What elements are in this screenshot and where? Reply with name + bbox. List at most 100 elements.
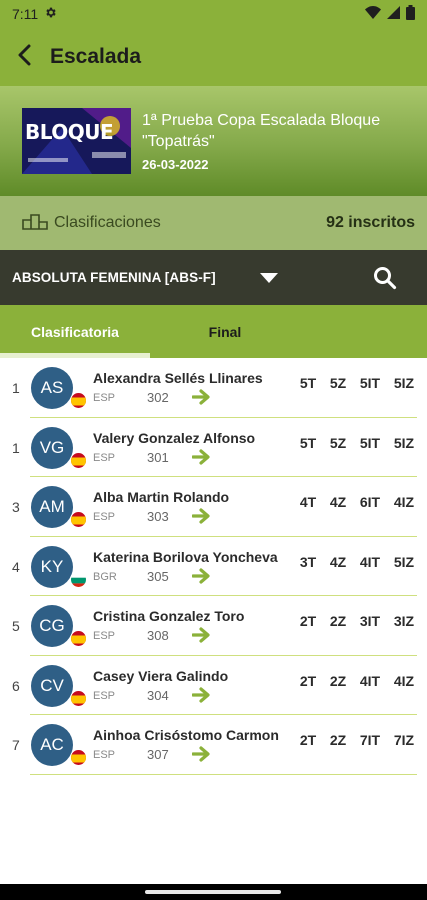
rank: 1 (12, 439, 20, 456)
arrow-back-icon (16, 44, 32, 70)
event-thumbnail[interactable]: BLOQUE (22, 108, 131, 174)
country-code: ESP (93, 511, 116, 523)
zones-count: 4Z (329, 494, 347, 510)
zone-attempts: 5IZ (393, 434, 415, 451)
event-info: 1ª Prueba Copa Escalada Bloque "Topatrás… (142, 110, 412, 172)
avatar: CV (31, 664, 73, 707)
tops-count: 5T (299, 434, 317, 451)
tops-count: 3T (299, 553, 317, 570)
status-time: 7:11 (12, 6, 39, 22)
status-bar: 7:11 (0, 0, 427, 28)
result-row[interactable]: 3 AM Alba Martin Rolando ESP 303 4T 4Z 6… (0, 477, 427, 537)
top-attempts: 5IT (359, 375, 381, 391)
top-attempts: 7IT (359, 732, 381, 748)
rank: 4 (12, 558, 20, 575)
tops-count: 2T (299, 732, 317, 748)
avatar: AS (31, 367, 73, 409)
country-code: ESP (93, 630, 116, 642)
home-handle[interactable] (145, 890, 281, 894)
results-list: 1 AS Alexandra Sellés Llinares ESP 302 5… (0, 358, 427, 775)
zones-count: 2Z (329, 732, 347, 748)
tab-clasificatoria[interactable]: Clasificatoria (0, 305, 150, 358)
tab-final[interactable]: Final (150, 305, 300, 358)
caret-down-icon (258, 273, 280, 292)
gear-icon (44, 6, 57, 23)
avatar-initials: AM (39, 497, 65, 516)
zone-attempts: 7IZ (393, 732, 415, 748)
result-row[interactable]: 6 CV Casey Viera Galindo ESP 304 2T 2Z 4… (0, 656, 427, 715)
spain-flag (70, 511, 87, 528)
result-row[interactable]: 1 VG Valery Gonzalez Alfonso ESP 301 5T … (0, 418, 427, 477)
zone-attempts: 5IZ (393, 375, 415, 391)
zone-attempts: 5IZ (393, 553, 415, 570)
spain-flag (70, 630, 87, 647)
search-button[interactable] (372, 265, 398, 291)
category-selector[interactable]: ABSOLUTA FEMENINA [ABS-F] (0, 250, 427, 305)
country-code: ESP (93, 392, 116, 404)
tab-label: Final (208, 323, 242, 340)
tab-label: Clasificatoria (31, 323, 119, 340)
rank: 3 (12, 499, 20, 515)
bulgaria-flag (70, 570, 87, 588)
search-icon (372, 267, 398, 295)
system-nav-bar (0, 884, 427, 900)
athlete-name: Alba Martin Rolando (93, 489, 230, 505)
spain-flag (70, 689, 87, 707)
zones-count: 5Z (329, 375, 347, 391)
athlete-name: Alexandra Sellés Llinares (93, 370, 263, 386)
avatar: AC (31, 724, 73, 766)
avatar: KY (31, 545, 73, 588)
athlete-name: Valery Gonzalez Alfonso (93, 429, 256, 446)
avatar: CG (31, 605, 73, 647)
registered-count: 92 inscritos (326, 214, 415, 231)
arrow-right-icon[interactable] (191, 507, 212, 525)
bib-number: 307 (147, 747, 169, 762)
podium-icon (22, 212, 48, 234)
athlete-name: Cristina Gonzalez Toro (93, 608, 245, 624)
app-root: 7:11 Escalada BLOQUE 1ª Prueba Copa Esca… (0, 0, 427, 900)
spain-flag (70, 392, 87, 409)
result-row[interactable]: 5 CG Cristina Gonzalez Toro ESP 308 2T 2… (0, 596, 427, 656)
bib-number: 301 (147, 449, 169, 465)
top-attempts: 4IT (359, 672, 381, 689)
rank: 7 (12, 737, 20, 753)
tops-count: 2T (299, 672, 317, 689)
avatar-initials: AC (40, 735, 64, 754)
arrow-right-icon[interactable] (191, 626, 212, 644)
country-code: ESP (93, 689, 116, 702)
avatar: VG (31, 426, 73, 469)
avatar-initials: CV (40, 675, 64, 695)
avatar-initials: CG (39, 616, 65, 635)
top-attempts: 6IT (359, 494, 381, 510)
round-tabs: Clasificatoria Final (0, 305, 427, 358)
result-row[interactable]: 4 KY Katerina Borilova Yoncheva BGR 305 … (0, 537, 427, 596)
top-attempts: 5IT (359, 434, 381, 451)
arrow-right-icon[interactable] (191, 388, 212, 406)
event-title: 1ª Prueba Copa Escalada Bloque "Topatrás… (142, 112, 381, 150)
zones-count: 5Z (329, 434, 347, 451)
back-button[interactable] (6, 37, 42, 77)
bib-number: 304 (147, 687, 169, 703)
rank: 6 (12, 677, 20, 694)
athlete-name: Katerina Borilova Yoncheva (93, 548, 278, 565)
bib-number: 305 (147, 568, 169, 584)
avatar-initials: KY (40, 556, 64, 576)
app-bar: Escalada (0, 28, 427, 86)
tops-count: 5T (299, 375, 317, 391)
tops-count: 2T (299, 613, 317, 629)
result-row[interactable]: 7 AC Ainhoa Crisóstomo Carmon ESP 307 2T… (0, 715, 427, 775)
arrow-right-icon[interactable] (191, 686, 212, 704)
zone-attempts: 3IZ (393, 613, 415, 629)
country-code: BGR (93, 570, 117, 583)
arrow-right-icon[interactable] (191, 448, 212, 466)
avatar-initials: VG (39, 437, 65, 457)
rank: 1 (12, 380, 20, 396)
zones-count: 2Z (329, 672, 347, 689)
tops-count: 4T (299, 494, 317, 510)
arrow-right-icon[interactable] (191, 745, 212, 763)
category-dropdown-button[interactable] (258, 268, 280, 288)
arrow-right-icon[interactable] (191, 567, 212, 585)
result-row[interactable]: 1 AS Alexandra Sellés Llinares ESP 302 5… (0, 358, 427, 418)
bib-number: 302 (147, 390, 169, 405)
athlete-name: Casey Viera Galindo (93, 667, 229, 684)
